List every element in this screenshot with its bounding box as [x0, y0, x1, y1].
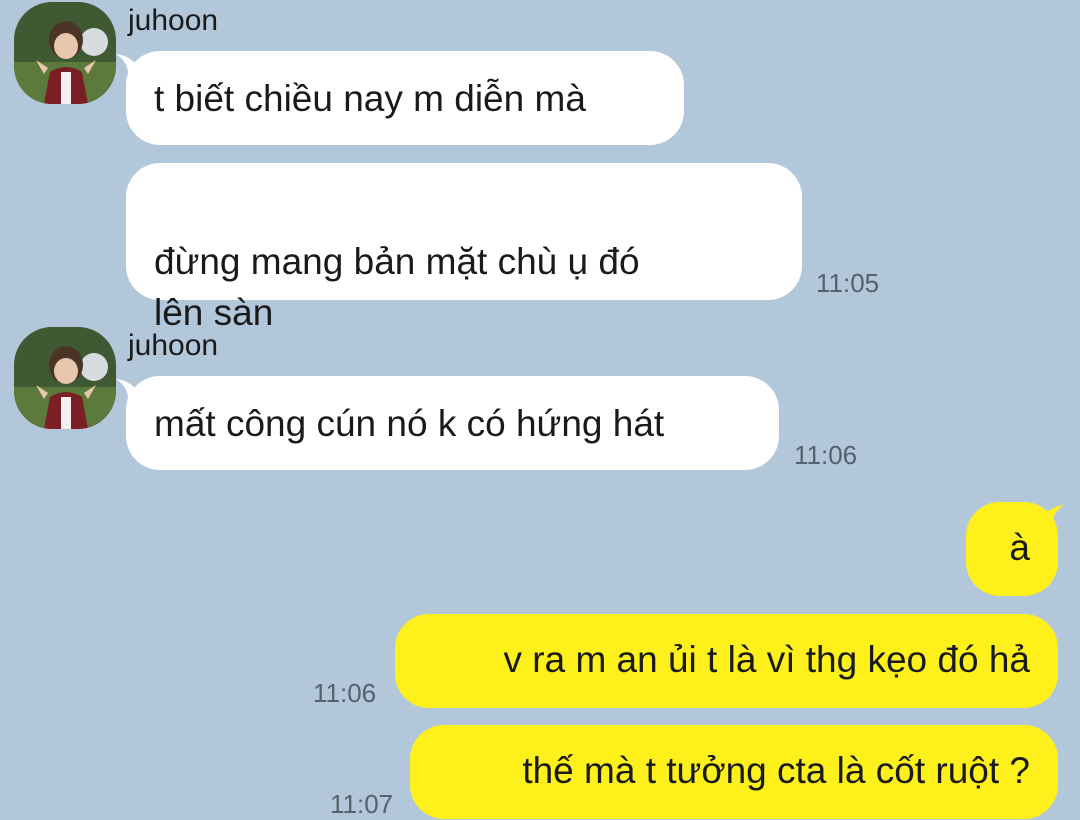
message-bubble[interactable]: v ra m an ủi t là vì thg kẹo đó hả	[395, 614, 1058, 708]
message-timestamp: 11:07	[330, 789, 394, 819]
message-bubble[interactable]: thế mà t tưởng cta là cốt ruột ?	[410, 725, 1058, 819]
message-timestamp: 11:06	[313, 678, 377, 708]
message-timestamp: 11:05	[816, 268, 880, 298]
profile-photo-icon	[14, 327, 116, 429]
message-text: mất công cún nó k có hứng hát	[154, 403, 665, 444]
message-bubble[interactable]: à	[966, 502, 1058, 596]
sender-name: juhoon	[128, 329, 219, 362]
message-text: thế mà t tưởng cta là cốt ruột ?	[522, 750, 1030, 791]
profile-photo-icon	[14, 2, 116, 104]
message-text: à	[1009, 527, 1030, 568]
message-text: t biết chiều nay m diễn mà	[154, 78, 586, 119]
avatar[interactable]	[14, 327, 116, 429]
message-bubble[interactable]: t biết chiều nay m diễn mà	[126, 51, 684, 145]
sender-name: juhoon	[128, 4, 219, 37]
message-timestamp: 11:06	[794, 440, 858, 470]
message-bubble[interactable]: mất công cún nó k có hứng hát	[126, 376, 779, 470]
message-text: đừng mang bản mặt chù ụ đó lên sàn	[154, 241, 640, 333]
avatar[interactable]	[14, 2, 116, 104]
message-bubble[interactable]: đừng mang bản mặt chù ụ đó lên sàn	[126, 163, 802, 333]
message-text: v ra m an ủi t là vì thg kẹo đó hả	[503, 639, 1030, 680]
